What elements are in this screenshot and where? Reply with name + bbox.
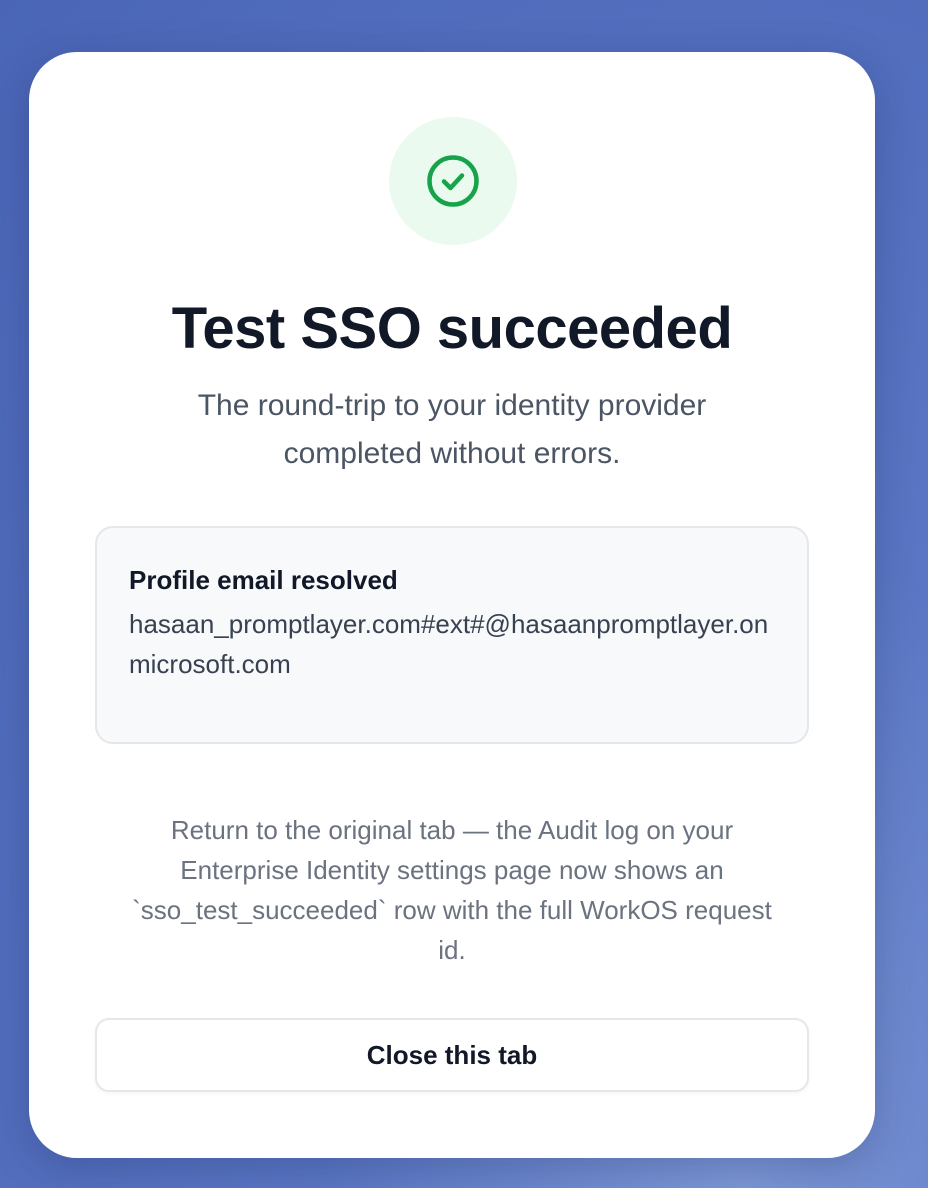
page-title: Test SSO succeeded — [171, 296, 733, 361]
check-circle-icon — [427, 155, 479, 207]
profile-info-box: Profile email resolved hasaan_promptlaye… — [95, 526, 809, 744]
page-subtitle: The round-trip to your identity provider… — [197, 389, 707, 470]
instruction-note: Return to the original tab — the Audit l… — [132, 815, 772, 965]
profile-email-value: hasaan_promptlayer.com#ext#@hasaanprompt… — [129, 609, 769, 679]
status-indicator — [389, 117, 517, 245]
profile-email-label: Profile email resolved — [129, 565, 398, 595]
close-tab-button[interactable]: Close this tab — [95, 1018, 809, 1092]
result-card: Test SSO succeeded The round-trip to you… — [29, 52, 875, 1158]
